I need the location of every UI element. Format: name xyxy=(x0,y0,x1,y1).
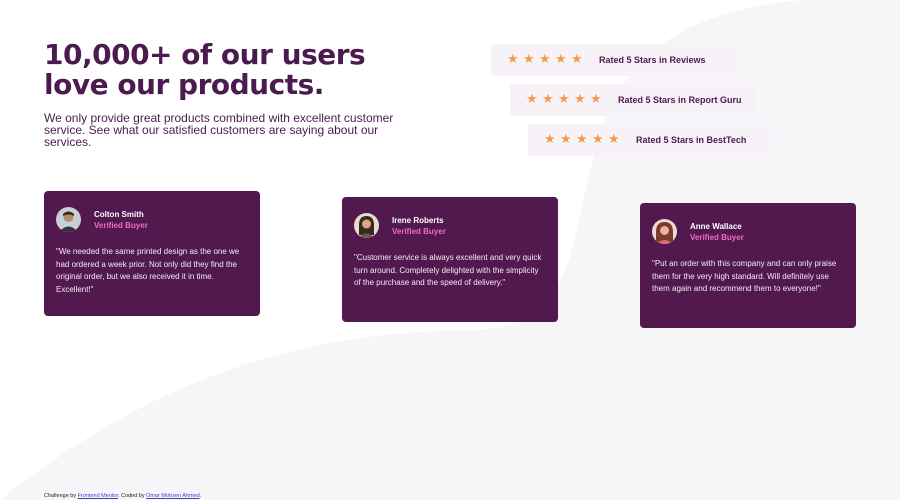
reviewer-name: Anne Wallace xyxy=(690,221,742,231)
rating-label: Rated 5 Stars in Reviews xyxy=(599,55,706,65)
card-identity: Colton Smith Verified Buyer xyxy=(94,209,148,231)
star-icon: ★ xyxy=(526,92,538,107)
testimonial-card-colton: Colton Smith Verified Buyer "We needed t… xyxy=(44,191,260,316)
verified-buyer-label: Verified Buyer xyxy=(690,232,744,242)
rating-reviews: ★ ★ ★ ★ ★ Rated 5 Stars in Reviews xyxy=(491,44,737,76)
star-icon: ★ xyxy=(558,92,570,107)
star-icon: ★ xyxy=(608,132,620,147)
verified-buyer-label: Verified Buyer xyxy=(94,220,148,230)
avatar xyxy=(652,219,677,244)
card-header: Anne Wallace Verified Buyer xyxy=(652,219,844,244)
star-row: ★ ★ ★ ★ ★ xyxy=(526,92,602,107)
reviewer-name: Colton Smith xyxy=(94,209,144,219)
star-icon: ★ xyxy=(576,132,588,147)
attribution-footer: Challenge by Frontend Mentor. Coded by O… xyxy=(44,492,201,500)
star-icon: ★ xyxy=(571,52,583,67)
star-icon: ★ xyxy=(507,52,519,67)
star-icon: ★ xyxy=(523,52,535,67)
star-icon: ★ xyxy=(542,92,554,107)
star-icon: ★ xyxy=(544,132,556,147)
testimonial-quote: "Put an order with this company and can … xyxy=(652,259,837,293)
star-icon: ★ xyxy=(592,132,604,147)
card-header: Colton Smith Verified Buyer xyxy=(56,207,248,232)
rating-label: Rated 5 Stars in BestTech xyxy=(636,135,747,145)
testimonial-quote: "Customer service is always excellent an… xyxy=(354,253,542,287)
page: 10,000+ of our users love our products. … xyxy=(0,0,900,500)
star-icon: ★ xyxy=(539,52,551,67)
author-link[interactable]: Omar Mohsen Ahmed xyxy=(146,493,200,499)
content: 10,000+ of our users love our products. … xyxy=(0,0,900,500)
reviewer-name: Irene Roberts xyxy=(392,215,444,225)
rating-label: Rated 5 Stars in Report Guru xyxy=(618,95,742,105)
star-icon: ★ xyxy=(590,92,602,107)
rating-besttech: ★ ★ ★ ★ ★ Rated 5 Stars in BestTech xyxy=(528,124,774,156)
testimonial-card-anne: Anne Wallace Verified Buyer "Put an orde… xyxy=(640,203,856,328)
testimonial-card-irene: Irene Roberts Verified Buyer "Customer s… xyxy=(342,197,558,322)
rating-report-guru: ★ ★ ★ ★ ★ Rated 5 Stars in Report Guru xyxy=(510,84,756,116)
star-row: ★ ★ ★ ★ ★ xyxy=(507,52,583,67)
hero-title-line1: 10,000+ of our users xyxy=(44,38,366,71)
card-identity: Anne Wallace Verified Buyer xyxy=(690,221,744,243)
verified-buyer-label: Verified Buyer xyxy=(392,226,446,236)
star-icon: ★ xyxy=(560,132,572,147)
avatar xyxy=(56,207,81,232)
attribution-suffix: . xyxy=(199,493,202,499)
attribution-middle: . Coded by xyxy=(118,493,147,499)
hero-title-line2: love our products. xyxy=(44,68,324,101)
star-icon: ★ xyxy=(574,92,586,107)
card-header: Irene Roberts Verified Buyer xyxy=(354,213,546,238)
frontend-mentor-link[interactable]: Frontend Mentor xyxy=(78,493,118,499)
star-row: ★ ★ ★ ★ ★ xyxy=(544,132,620,147)
hero-title: 10,000+ of our users love our products. xyxy=(44,40,384,100)
hero-description: We only provide great products combined … xyxy=(44,111,394,149)
attribution-prefix: Challenge by xyxy=(44,493,78,499)
card-identity: Irene Roberts Verified Buyer xyxy=(392,215,446,237)
star-icon: ★ xyxy=(555,52,567,67)
testimonial-quote: "We needed the same printed design as th… xyxy=(56,247,240,294)
avatar xyxy=(354,213,379,238)
